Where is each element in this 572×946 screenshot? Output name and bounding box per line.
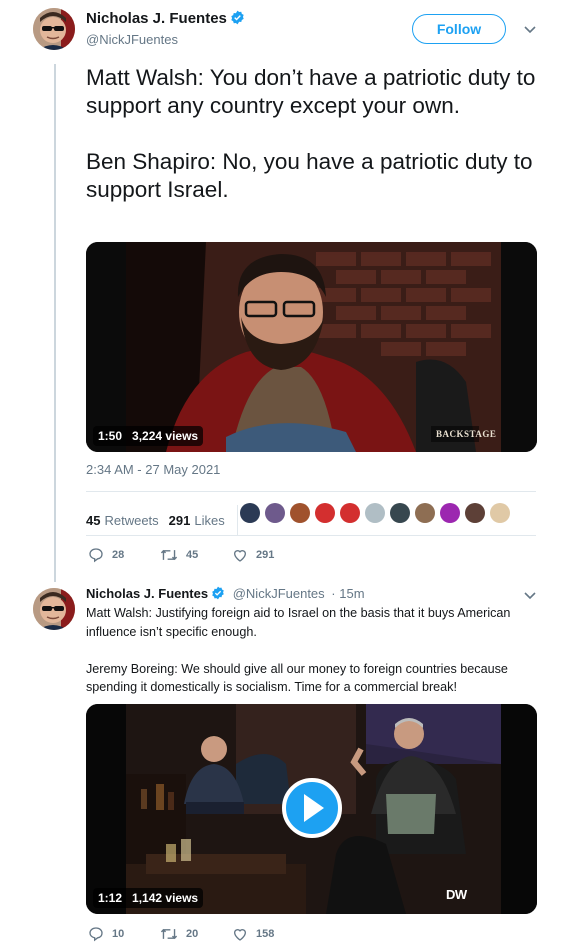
play-icon[interactable] — [284, 780, 344, 840]
chevron-down-icon[interactable] — [524, 26, 536, 34]
author-name[interactable]: Nicholas J. Fuentes — [86, 10, 227, 27]
tweet-text: Matt Walsh: Justifying foreign aid to Is… — [86, 606, 511, 694]
liker-avatar[interactable] — [340, 503, 360, 523]
engagement-stats: 45 Retweets 291 Likes — [86, 505, 248, 535]
tweet-header: Nicholas J. Fuentes @NickJFuentes · 15m — [86, 586, 365, 601]
stats-separator — [236, 505, 238, 535]
video-thumbnail — [86, 242, 537, 452]
author-handle[interactable]: @NickJFuentes — [233, 586, 325, 601]
liker-avatar[interactable] — [315, 503, 335, 523]
retweet-count: 20 — [186, 928, 199, 940]
like-count: 158 — [256, 928, 275, 940]
retweet-button[interactable]: 45 — [160, 547, 232, 563]
verified-badge-icon — [211, 586, 226, 601]
liker-avatar[interactable] — [415, 503, 435, 523]
reply-icon — [89, 927, 103, 942]
video-duration: 1:12 — [98, 891, 123, 905]
retweet-button[interactable]: 20 — [160, 926, 232, 942]
retweets-stat[interactable]: 45 Retweets — [86, 513, 159, 528]
tweet-actions: 28 45 291 — [88, 547, 274, 563]
reply-count: 10 — [112, 928, 125, 940]
divider — [86, 491, 536, 492]
liker-avatar[interactable] — [290, 503, 310, 523]
like-count: 291 — [256, 549, 275, 561]
like-button[interactable]: 158 — [232, 926, 274, 942]
tweet-text: Matt Walsh: You don’t have a patriotic d… — [86, 65, 536, 202]
video-duration-badge: 1:50 3,224 views — [93, 426, 204, 446]
liker-avatar[interactable] — [440, 503, 460, 523]
like-button[interactable]: 291 — [232, 547, 274, 563]
chevron-down-icon[interactable] — [524, 592, 536, 600]
retweet-icon — [160, 928, 178, 940]
liker-avatar[interactable] — [465, 503, 485, 523]
follow-button[interactable]: Follow — [412, 14, 506, 44]
liker-avatar[interactable] — [490, 503, 510, 523]
tweet-actions: 10 20 158 — [88, 926, 274, 942]
tweet-header: Nicholas J. Fuentes @NickJFuentes — [86, 10, 245, 47]
reply-button[interactable]: 28 — [88, 547, 160, 563]
tweet-timestamp[interactable]: 2:34 AM - 27 May 2021 — [86, 462, 220, 477]
liker-avatars — [240, 503, 510, 523]
retweet-icon — [160, 549, 178, 561]
reply-button[interactable]: 10 — [88, 926, 160, 942]
video-watermark: DW — [446, 887, 467, 902]
video-duration: 1:50 — [98, 429, 123, 443]
heart-icon — [233, 929, 247, 941]
avatar[interactable] — [33, 8, 75, 50]
likes-stat[interactable]: 291 Likes — [169, 513, 225, 528]
liker-avatar[interactable] — [240, 503, 260, 523]
author-handle[interactable]: @NickJFuentes — [86, 32, 245, 47]
thread-connector-line — [54, 64, 56, 582]
tweet-time[interactable]: · 15m — [331, 586, 364, 601]
divider — [86, 535, 536, 536]
video-player[interactable]: BACKSTAGE 1:50 3,224 views — [86, 242, 537, 452]
reply-icon — [89, 548, 103, 563]
video-views: 1,142 views — [132, 891, 199, 905]
avatar[interactable] — [33, 588, 75, 630]
video-watermark: BACKSTAGE — [436, 429, 497, 439]
author-name[interactable]: Nicholas J. Fuentes — [86, 586, 208, 601]
liker-avatar[interactable] — [390, 503, 410, 523]
verified-badge-icon — [230, 10, 245, 25]
video-duration-badge: 1:12 1,142 views — [93, 888, 204, 908]
retweet-count: 45 — [186, 549, 199, 561]
liker-avatar[interactable] — [265, 503, 285, 523]
video-views: 3,224 views — [132, 429, 199, 443]
reply-count: 28 — [112, 549, 125, 561]
heart-icon — [233, 550, 247, 562]
liker-avatar[interactable] — [365, 503, 385, 523]
